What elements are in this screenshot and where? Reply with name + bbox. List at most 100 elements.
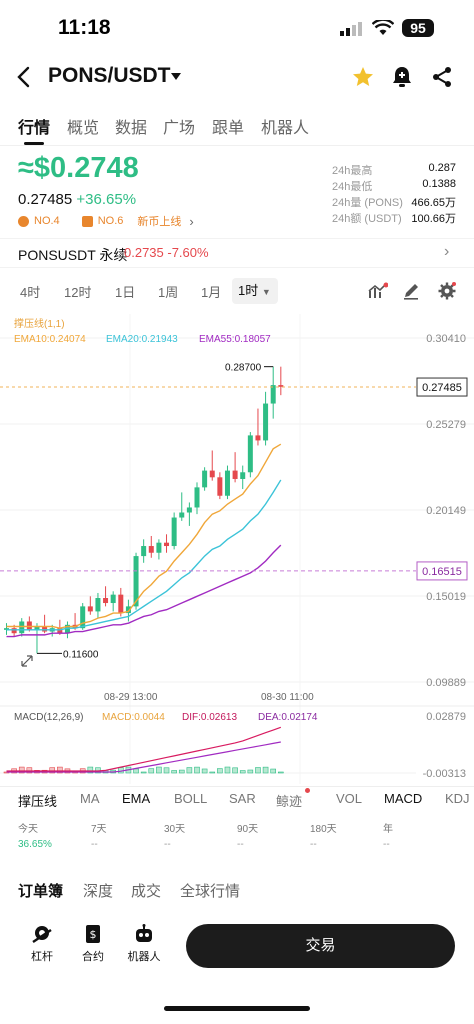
tab-square[interactable]: 广场 <box>163 114 195 138</box>
ema10-line <box>6 443 282 629</box>
stat-row: 24h量 (PONS) 466.65万 <box>332 194 456 210</box>
candle-body <box>217 477 223 496</box>
dif-value-label: DIF:0.02613 <box>182 712 237 723</box>
new-listing-tag[interactable]: 新币上线 <box>137 213 181 229</box>
macd-params-label: MACD(12,26,9) <box>14 712 83 723</box>
macd-histogram-bar <box>209 771 216 774</box>
timeframe-4h[interactable]: 4时 <box>20 282 40 301</box>
candle-body <box>118 594 124 614</box>
macd-histogram-bar <box>224 766 231 774</box>
bot-label: 机器人 <box>127 951 161 963</box>
indicator-chart-icon[interactable] <box>368 282 388 300</box>
stat-row: 24h最低 0.1388 <box>332 178 456 194</box>
candle-body <box>80 606 86 629</box>
macd-histogram-bar <box>262 766 269 774</box>
timeframe-12h[interactable]: 12时 <box>64 282 91 301</box>
kline-chart[interactable]: 0.30410 0.25279 0.20149 0.15019 0.09889 0.274… <box>0 314 474 784</box>
stat-value: 0.287 <box>428 162 456 174</box>
macd-value-label: MACD:0.0044 <box>102 712 165 723</box>
indicator-boll[interactable]: BOLL <box>174 791 207 806</box>
timeframe-1d[interactable]: 1日 <box>115 282 135 301</box>
orderbook-tabs: 订单簿 深度 成交 全球行情 <box>0 876 474 902</box>
price-change: +36.65% <box>76 191 137 208</box>
robot-icon <box>136 924 152 942</box>
main-tabs: 行情 概览 数据 广场 跟单 机器人 <box>0 106 474 146</box>
stat-key: 24h最高 <box>332 165 373 177</box>
support-indicator-label: 撑压线(1,1) <box>14 317 65 330</box>
stat-row: 24h额 (USDT) 100.66万 <box>332 210 456 226</box>
y-tick-label: 0.25279 <box>426 419 466 431</box>
indicator-kdj[interactable]: KDJ <box>445 791 470 806</box>
indicator-macd[interactable]: MACD <box>384 791 422 806</box>
tab-underline <box>24 142 44 145</box>
favorite-star-icon[interactable] <box>351 65 375 89</box>
indicator-ma[interactable]: MA <box>80 791 100 806</box>
perf-value: -- <box>91 839 98 850</box>
chevron-right-icon[interactable]: › <box>189 214 193 229</box>
macd-histogram-bar <box>239 770 246 774</box>
back-icon[interactable] <box>16 66 32 88</box>
perpetual-price: 0.2735 -7.60% <box>124 245 209 260</box>
macd-histogram-bar <box>178 769 185 774</box>
candle-body <box>186 507 192 513</box>
leverage-button[interactable]: 杠杆 <box>22 924 62 964</box>
pair-title[interactable]: PONS/USDT <box>48 64 171 88</box>
perf-value: -- <box>164 839 171 850</box>
indicator-support-resistance[interactable]: 撑压线 <box>18 791 57 810</box>
caret-down-icon[interactable] <box>170 72 182 81</box>
macd-histogram-bar <box>278 771 284 774</box>
contract-label: 合约 <box>82 951 104 963</box>
dea-value-label: DEA:0.02174 <box>258 712 318 723</box>
expand-icon <box>21 655 33 667</box>
candle-body <box>194 487 200 508</box>
leverage-label: 杠杆 <box>31 951 53 963</box>
trade-button[interactable]: 交易 <box>186 924 455 968</box>
perf-label: 今天 <box>18 824 38 835</box>
timeframe-1w[interactable]: 1周 <box>158 282 178 301</box>
macd-histogram-bar <box>232 767 238 774</box>
alert-bell-icon[interactable] <box>391 65 413 89</box>
perf-label: 年 <box>383 824 393 835</box>
indicator-sar[interactable]: SAR <box>229 791 256 806</box>
contract-button[interactable]: $ 合约 <box>73 924 113 964</box>
perf-label: 90天 <box>237 824 259 835</box>
status-time: 11:18 <box>58 16 111 39</box>
ema20-legend: EMA20:0.21943 <box>106 334 178 345</box>
bot-button[interactable]: 机器人 <box>122 924 166 964</box>
svg-text:$: $ <box>90 928 97 941</box>
performance-row: 今天 36.65% 7天 -- 30天 -- 90天 -- 180天 -- 年 … <box>0 820 474 856</box>
tab-bots[interactable]: 机器人 <box>261 114 309 138</box>
timeframe-selected[interactable]: 1时 ▼ <box>232 278 278 304</box>
share-icon[interactable] <box>431 66 453 88</box>
candle-body <box>110 594 116 604</box>
candle-body <box>278 385 284 387</box>
tab-copy-trading[interactable]: 跟单 <box>212 114 244 138</box>
rank-tag-1[interactable]: NO.4 <box>34 215 60 227</box>
tab-overview[interactable]: 概览 <box>67 114 99 138</box>
rank-tag-2[interactable]: NO.6 <box>98 215 124 227</box>
tab-depth[interactable]: 深度 <box>83 880 113 901</box>
kline-svg[interactable]: 0.30410 0.25279 0.20149 0.15019 0.09889 0.274… <box>0 314 474 784</box>
tab-orderbook[interactable]: 订单簿 <box>18 880 63 901</box>
stat-value: 100.66万 <box>411 213 456 225</box>
tab-data[interactable]: 数据 <box>115 114 147 138</box>
perf-value: -- <box>310 839 317 850</box>
leverage-icon <box>32 926 52 943</box>
timeframe-1m[interactable]: 1月 <box>201 282 221 301</box>
indicator-vol[interactable]: VOL <box>336 791 362 806</box>
tab-market[interactable]: 行情 <box>18 114 50 138</box>
timeframe-selected-label: 1时 <box>238 283 259 298</box>
perpetual-link[interactable]: PONSUSDT 永续 0.2735 -7.60% › <box>0 238 474 268</box>
macd-histogram-bar <box>217 768 223 774</box>
chart-rank-icon <box>81 215 93 227</box>
settings-gear-icon[interactable] <box>438 282 456 300</box>
indicator-ema[interactable]: EMA <box>122 791 150 806</box>
draw-pen-icon[interactable] <box>402 282 420 300</box>
macd-histogram-bar <box>156 766 162 774</box>
tab-global-market[interactable]: 全球行情 <box>180 880 240 901</box>
macd-histogram-bar <box>255 767 261 774</box>
low-label: 0.11600 <box>63 649 99 660</box>
tab-trades[interactable]: 成交 <box>131 880 161 901</box>
x-tick-label: 08-29 13:00 <box>104 692 158 703</box>
indicator-whale[interactable]: 鲸迹 <box>276 791 302 810</box>
